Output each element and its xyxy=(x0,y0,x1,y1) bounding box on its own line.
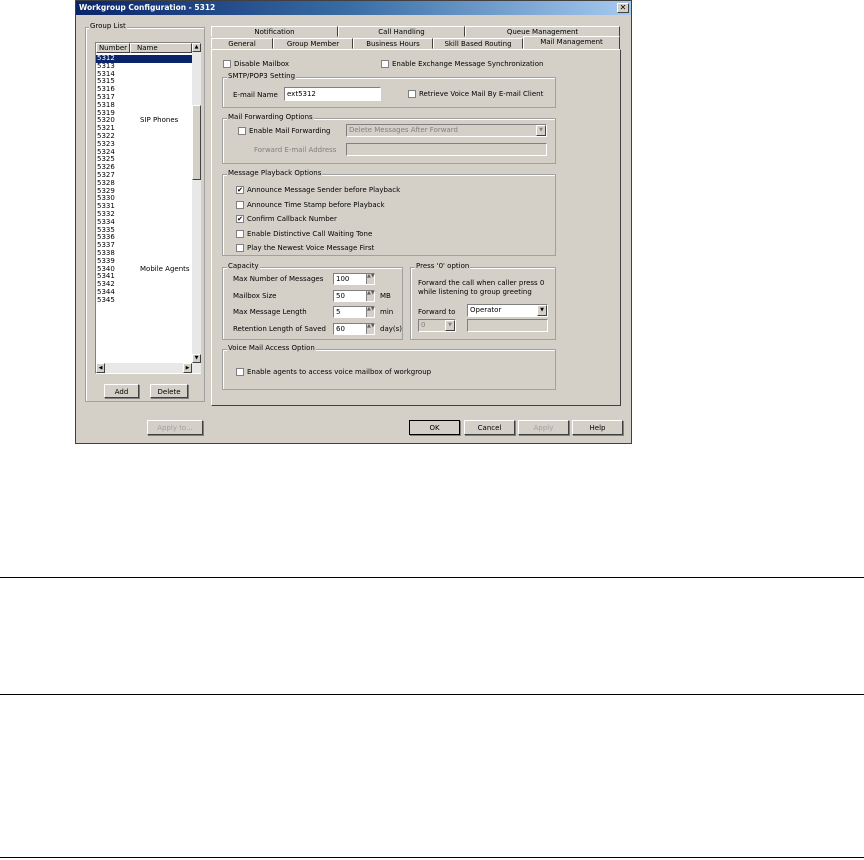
vertical-scrollbar[interactable]: ▲ ▼ xyxy=(192,43,201,363)
tab-group-member[interactable]: Group Member xyxy=(273,38,353,49)
email-name-input[interactable]: ext5312 xyxy=(284,87,381,101)
capacity-unit: MB xyxy=(380,291,391,300)
group-name: SIP Phones xyxy=(140,116,179,125)
group-list[interactable]: Number Name 5312 5313 5314 5315 5316 5317 5318… xyxy=(95,42,201,374)
spinner-arrows-icon[interactable]: ▲▼ xyxy=(366,323,375,334)
cancel-button[interactable]: Cancel xyxy=(464,420,515,435)
help-button[interactable]: Help xyxy=(572,420,623,435)
playback-option-label: Enable Distinctive Call Waiting Tone xyxy=(247,229,373,238)
chevron-down-icon: ▼ xyxy=(537,305,547,316)
playback-option-label: Announce Time Stamp before Playback xyxy=(247,200,385,209)
horizontal-rule xyxy=(0,577,864,578)
spinner-arrows-icon[interactable]: ▲▼ xyxy=(366,274,375,284)
press0-small-value: 0 xyxy=(421,321,426,329)
press0-description-line2: while listening to group greeting xyxy=(418,288,532,296)
capacity-legend: Capacity xyxy=(227,262,260,270)
retrieve-voicemail-label: Retrieve Voice Mail By E-mail Client xyxy=(419,90,544,98)
horizontal-scrollbar[interactable]: ◀ ▶ xyxy=(96,363,201,373)
spinner-arrows-icon[interactable]: ▲▼ xyxy=(366,290,375,301)
capacity-label: Max Number of Messages xyxy=(233,275,324,283)
scroll-thumb[interactable] xyxy=(192,105,201,180)
horizontal-rule xyxy=(0,857,864,858)
apply-button[interactable]: Apply xyxy=(518,420,569,435)
capacity-spinner[interactable]: 100 ▲▼ xyxy=(333,273,375,285)
press0-small-select[interactable]: 0 ▼ xyxy=(418,319,456,332)
scroll-left-icon[interactable]: ◀ xyxy=(96,363,105,373)
capacity-unit: min xyxy=(380,308,394,316)
delete-button[interactable]: Delete xyxy=(150,384,188,398)
enable-exchange-checkbox[interactable] xyxy=(381,60,389,68)
scroll-right-icon[interactable]: ▶ xyxy=(183,363,192,373)
window-title: Workgroup Configuration - 5312 xyxy=(76,1,631,15)
tab-business-hours[interactable]: Business Hours xyxy=(353,38,433,49)
email-name-label: E-mail Name xyxy=(233,91,278,99)
capacity-spinner[interactable]: 50 ▲▼ xyxy=(333,289,375,302)
capacity-label: Max Message Length xyxy=(233,308,307,316)
spinner-arrows-icon[interactable]: ▲▼ xyxy=(366,307,375,317)
column-name[interactable]: Name xyxy=(130,43,192,53)
workgroup-config-window: Workgroup Configuration - 5312 ✕ Group L… xyxy=(75,0,632,444)
forward-to-select[interactable]: Operator ▼ xyxy=(467,304,548,317)
forward-to-value: Operator xyxy=(470,306,502,314)
playback-option-label: Play the Newest Voice Message First xyxy=(247,244,375,252)
disable-mailbox-checkbox[interactable] xyxy=(223,60,231,68)
capacity-spinner[interactable]: 5 ▲▼ xyxy=(333,306,375,318)
playback-option-checkbox[interactable]: ✔ xyxy=(236,186,244,194)
scroll-down-icon[interactable]: ▼ xyxy=(192,354,201,363)
vm-access-checkbox[interactable] xyxy=(236,368,244,376)
playback-option-checkbox[interactable]: ✔ xyxy=(236,215,244,223)
tab-mail-management[interactable]: Mail Management xyxy=(523,36,620,50)
capacity-spinner[interactable]: 60 ▲▼ xyxy=(333,322,375,335)
tab-call-handling[interactable]: Call Handling xyxy=(338,26,465,37)
playback-option-label: Announce Message Sender before Playback xyxy=(247,186,401,194)
capacity-value: 60 xyxy=(336,324,345,333)
group-rows: 5312 5313 5314 5315 5316 5317 5318 5319 5320 SIP … xyxy=(96,54,192,305)
playback-legend: Message Playback Options xyxy=(227,169,323,177)
capacity-value: 50 xyxy=(336,291,345,300)
retrieve-voicemail-checkbox[interactable] xyxy=(408,90,416,98)
horizontal-rule xyxy=(0,694,864,695)
disable-mailbox-label: Disable Mailbox xyxy=(234,60,290,68)
tab-skill-based-routing[interactable]: Skill Based Routing xyxy=(433,38,523,49)
capacity-label: Retention Length of Saved xyxy=(233,324,326,333)
add-button[interactable]: Add xyxy=(104,384,139,398)
list-item[interactable]: 5345 xyxy=(96,295,192,305)
capacity-value: 5 xyxy=(336,308,341,316)
group-list-legend: Group List xyxy=(89,22,127,30)
capacity-value: 100 xyxy=(336,275,350,283)
playback-option-checkbox[interactable] xyxy=(236,244,244,252)
column-number[interactable]: Number xyxy=(96,43,130,53)
mail-forwarding-legend: Mail Forwarding Options xyxy=(227,113,314,121)
chevron-down-icon: ▼ xyxy=(536,125,546,136)
capacity-unit: day(s) xyxy=(380,324,402,333)
forward-address-input[interactable] xyxy=(346,143,547,156)
forward-to-label: Forward to xyxy=(418,308,456,316)
tab-general[interactable]: General xyxy=(211,38,273,49)
close-button[interactable]: ✕ xyxy=(617,3,629,13)
smtp-legend: SMTP/POP3 Setting xyxy=(227,72,297,80)
playback-option-checkbox[interactable] xyxy=(236,200,244,209)
playback-option-checkbox[interactable] xyxy=(236,229,244,238)
vm-access-legend: Voice Mail Access Option xyxy=(227,344,316,352)
enable-forwarding-label: Enable Mail Forwarding xyxy=(249,127,331,135)
vm-access-label: Enable agents to access voice mailbox of… xyxy=(247,368,432,376)
enable-exchange-label: Enable Exchange Message Synchronization xyxy=(392,60,544,68)
enable-forwarding-checkbox[interactable] xyxy=(238,127,246,135)
forward-mode-value: Delete Messages After Forward xyxy=(349,126,458,134)
press0-legend: Press '0' option xyxy=(415,262,471,270)
apply-to-button[interactable]: Apply to... xyxy=(147,420,203,435)
playback-option-label: Confirm Callback Number xyxy=(247,215,337,223)
capacity-label: Mailbox Size xyxy=(233,291,277,300)
scroll-up-icon[interactable]: ▲ xyxy=(192,43,201,52)
group-number: 5345 xyxy=(97,295,115,304)
group-name: Mobile Agents xyxy=(140,264,190,273)
forward-mode-select[interactable]: Delete Messages After Forward ▼ xyxy=(346,124,547,137)
ok-button[interactable]: OK xyxy=(409,420,460,435)
chevron-down-icon: ▼ xyxy=(445,320,455,331)
forward-address-label: Forward E-mail Address xyxy=(254,146,337,154)
tab-notification[interactable]: Notification xyxy=(211,26,338,37)
press0-target-input[interactable] xyxy=(467,319,548,332)
